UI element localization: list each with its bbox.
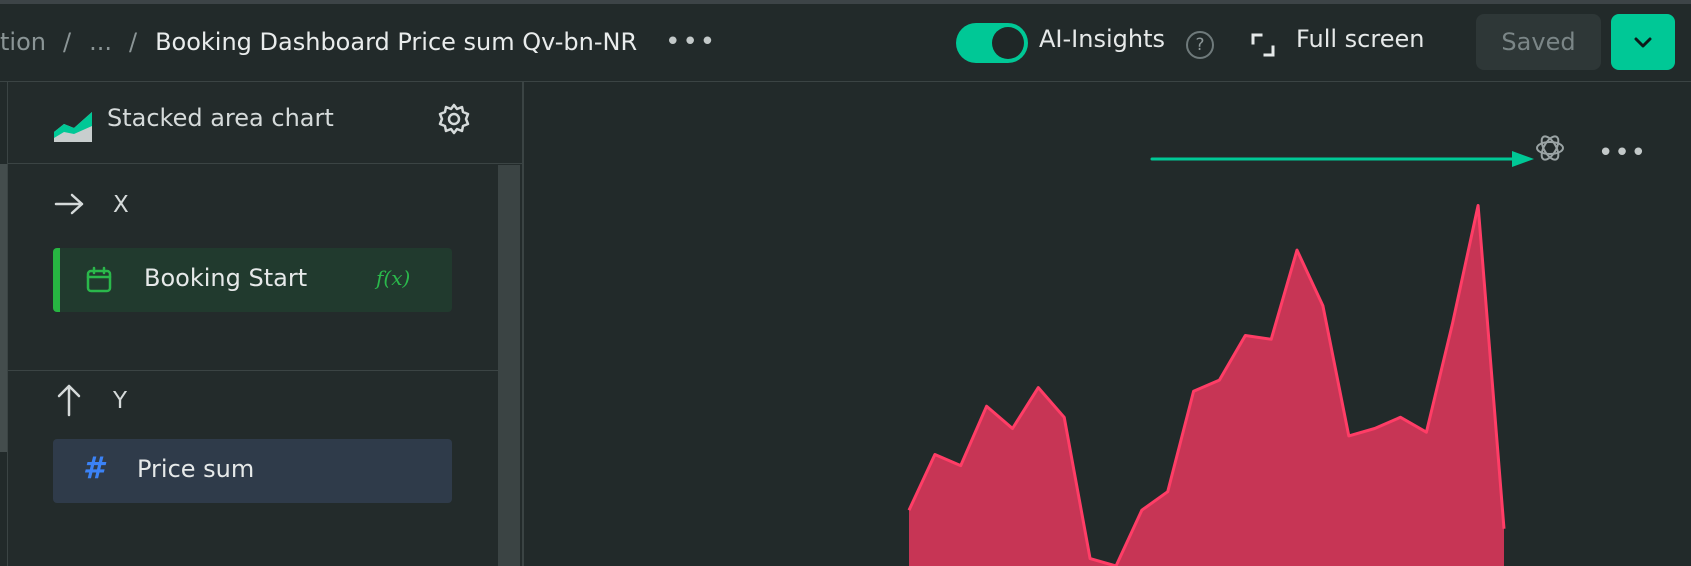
saved-button[interactable]: Saved — [1476, 14, 1601, 70]
panel-scrollbar[interactable] — [498, 165, 520, 566]
breadcrumb-separator: / — [128, 28, 138, 56]
calendar-icon — [86, 266, 112, 293]
stacked-area-chart-icon — [54, 112, 92, 142]
function-icon[interactable]: f(x) — [376, 266, 410, 290]
hash-icon: # — [83, 451, 104, 486]
y-axis-section: Y # Price sum — [8, 371, 498, 566]
breadcrumb-parent[interactable]: tion — [0, 28, 46, 56]
fullscreen-button[interactable]: Full screen — [1296, 25, 1424, 53]
y-axis-label: Y — [113, 388, 128, 414]
fullscreen-icon[interactable] — [1251, 33, 1275, 57]
x-axis-section: X Booking Start f(x) — [8, 165, 498, 371]
y-axis-field[interactable]: # Price sum — [53, 439, 452, 503]
chart-type-selector[interactable]: Stacked area chart — [8, 82, 522, 164]
chart-type-label: Stacked area chart — [107, 104, 334, 132]
page-title[interactable]: Booking Dashboard Price sum Qv-bn-NR — [155, 28, 637, 56]
collapsed-sidebar-edge — [0, 82, 8, 566]
x-axis-label: X — [113, 192, 129, 218]
x-axis-field[interactable]: Booking Start f(x) — [53, 248, 452, 312]
ai-insights-toggle[interactable] — [956, 23, 1028, 63]
arrow-right-icon — [54, 193, 84, 215]
gear-icon[interactable] — [438, 103, 470, 135]
y-field-label: Price sum — [137, 455, 255, 483]
title-more-icon[interactable]: ••• — [665, 27, 717, 57]
sidebar-edge-accent — [0, 164, 7, 452]
x-field-label: Booking Start — [144, 264, 308, 292]
chart-plot-area: ••• — [524, 82, 1691, 566]
help-icon[interactable]: ? — [1186, 31, 1214, 59]
chevron-down-icon — [1634, 37, 1652, 48]
save-options-dropdown-button[interactable] — [1611, 14, 1675, 70]
breadcrumb-separator: / — [62, 28, 72, 56]
breadcrumb: tion / ... / Booking Dashboard Price sum… — [0, 4, 717, 80]
arrow-up-icon — [57, 384, 81, 417]
area-chart — [907, 204, 1506, 566]
chart-config-panel: Stacked area chart X Booking Start f(x) … — [8, 82, 524, 566]
ai-insights-label: AI-Insights — [1039, 25, 1165, 53]
breadcrumb-ellipsis[interactable]: ... — [89, 28, 112, 56]
toggle-knob — [992, 27, 1024, 59]
header-bar: tion / ... / Booking Dashboard Price sum… — [0, 4, 1691, 82]
